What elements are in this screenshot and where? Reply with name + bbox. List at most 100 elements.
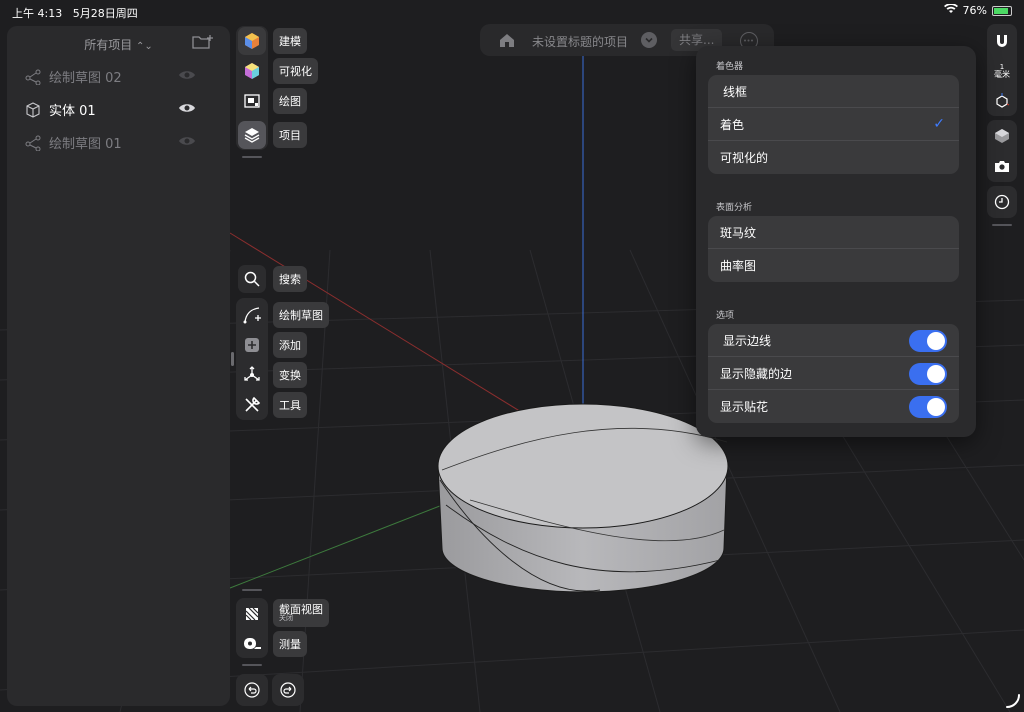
search-label[interactable]: 搜索 xyxy=(273,266,307,292)
project-name[interactable]: 未设置标题的项目 xyxy=(532,33,628,50)
project-layers-button[interactable] xyxy=(238,121,266,149)
toggle-label: 显示边线 xyxy=(723,333,772,348)
eye-visible-icon[interactable] xyxy=(178,101,196,117)
tree-item-label: 绘制草图 01 xyxy=(49,137,122,152)
option-label: 线框 xyxy=(723,84,748,99)
shader-option-visual[interactable]: 可视化的 xyxy=(708,141,959,174)
toggle-row-show-decals: 显示贴花 xyxy=(708,390,959,423)
project-label[interactable]: 项目 xyxy=(273,122,307,148)
view-cube-button[interactable] xyxy=(987,86,1017,116)
redo-icon xyxy=(280,682,296,698)
add-label[interactable]: 添加 xyxy=(273,332,307,358)
show-decals-toggle[interactable] xyxy=(909,396,947,418)
shader-options-list: 线框 着色 ✓ 可视化的 xyxy=(708,75,959,174)
snap-magnet-button[interactable] xyxy=(987,26,1017,56)
transform-label[interactable]: 变换 xyxy=(273,362,307,388)
shaded-cube-icon xyxy=(995,129,1009,143)
right-toolbar-divider xyxy=(992,224,1012,226)
body-icon xyxy=(25,101,41,118)
option-label: 斑马纹 xyxy=(720,225,757,240)
options-section-header: 选项 xyxy=(716,311,735,321)
window-resize-grip-icon[interactable] xyxy=(1006,694,1020,708)
tree-item-label: 绘制草图 02 xyxy=(49,71,122,86)
toggle-label: 显示隐藏的边 xyxy=(720,366,793,381)
eye-hidden-icon[interactable] xyxy=(178,134,196,150)
search-icon xyxy=(244,271,260,287)
transform-icon xyxy=(244,366,260,381)
eye-hidden-icon[interactable] xyxy=(178,68,196,84)
modeling-workspace-button[interactable] xyxy=(238,27,266,55)
analysis-options-list: 斑马纹 曲率图 xyxy=(708,216,959,282)
sketch-icon xyxy=(25,135,41,151)
shading-popover: 着色器 线框 着色 ✓ 可视化的 表面分析 斑马纹 曲率图 选项 显示边线 显示隐… xyxy=(696,46,976,437)
section-view-icon xyxy=(245,607,259,621)
visualize-label[interactable]: 可视化 xyxy=(273,58,318,84)
new-folder-icon[interactable] xyxy=(192,34,213,50)
toggle-row-show-edges: 显示边线 xyxy=(708,324,959,357)
measure-button[interactable] xyxy=(238,630,266,658)
sketch-label[interactable]: 绘制草图 xyxy=(273,302,329,328)
toolbar-divider xyxy=(242,664,262,666)
analysis-option-zebra[interactable]: 斑马纹 xyxy=(708,216,959,249)
visualize-workspace-button[interactable] xyxy=(238,57,266,85)
undo-button[interactable] xyxy=(236,674,268,706)
checkmark-icon: ✓ xyxy=(933,116,945,132)
tree-item-body-01[interactable]: 实体 01 xyxy=(7,93,230,126)
camera-button[interactable] xyxy=(987,151,1017,181)
tree-item-sketch-01[interactable]: 绘制草图 01 xyxy=(7,126,230,159)
section-view-label[interactable]: 截面视图 关闭 xyxy=(273,599,329,627)
shader-option-wireframe[interactable]: 线框 xyxy=(708,75,959,108)
toggle-label: 显示贴花 xyxy=(720,400,769,414)
right-toolbar-top: 1 毫米 xyxy=(987,24,1017,116)
measure-label[interactable]: 测量 xyxy=(273,631,307,657)
tools-label[interactable]: 工具 xyxy=(273,392,307,418)
status-time: 上午 4:13 5月28日周四 xyxy=(12,7,138,20)
sketch-icon xyxy=(25,69,41,85)
redo-button[interactable] xyxy=(272,674,304,706)
home-icon[interactable] xyxy=(498,32,516,48)
search-button[interactable] xyxy=(238,265,266,293)
toolbar-divider xyxy=(242,156,262,158)
drawing-workspace-button[interactable] xyxy=(238,87,266,115)
show-edges-toggle[interactable] xyxy=(909,330,947,352)
chevron-down-icon[interactable] xyxy=(641,32,657,48)
analysis-section-header: 表面分析 xyxy=(716,203,753,213)
option-label: 曲率图 xyxy=(720,259,757,273)
toolbar-divider xyxy=(242,589,262,591)
sidebar-header: 所有项目 ⌃⌄ xyxy=(7,26,230,60)
right-toolbar-history xyxy=(987,186,1017,218)
status-bar: 上午 4:13 5月28日周四 76% xyxy=(0,0,1024,22)
add-icon xyxy=(245,338,259,352)
section-view-state: 关闭 xyxy=(279,614,293,623)
project-sidebar: 所有项目 ⌃⌄ 绘制草图 02 实体 01 绘制草图 01 xyxy=(7,26,234,706)
section-view-button[interactable] xyxy=(238,600,266,628)
toggle-row-show-hidden-edges: 显示隐藏的边 xyxy=(708,357,959,390)
undo-icon xyxy=(244,682,260,698)
sketch-button[interactable] xyxy=(238,301,266,329)
battery-icon xyxy=(992,5,1012,16)
tools-button[interactable] xyxy=(238,391,266,419)
tape-measure-icon xyxy=(244,638,261,649)
drawing-label[interactable]: 绘图 xyxy=(273,88,307,114)
show-hidden-edges-toggle[interactable] xyxy=(909,363,947,385)
option-label: 着色 xyxy=(720,117,745,132)
cylinder-body xyxy=(437,403,729,593)
option-label: 可视化的 xyxy=(720,151,769,165)
axis-cube-icon xyxy=(996,93,1010,108)
tree-item-sketch-02[interactable]: 绘制草图 02 xyxy=(7,60,230,93)
modeling-label[interactable]: 建模 xyxy=(273,28,307,54)
tree-item-label: 实体 01 xyxy=(49,104,96,119)
units-button[interactable]: 1 毫米 xyxy=(987,56,1017,86)
sidebar-resize-handle[interactable] xyxy=(231,352,234,366)
shader-section-header: 着色器 xyxy=(716,62,744,72)
clock-icon xyxy=(994,194,1010,210)
wifi-icon xyxy=(943,3,958,17)
analysis-option-curvature[interactable]: 曲率图 xyxy=(708,249,959,282)
sketch-tool-icon xyxy=(243,307,261,324)
shader-option-shaded[interactable]: 着色 ✓ xyxy=(708,108,959,141)
add-button[interactable] xyxy=(238,331,266,359)
camera-icon xyxy=(995,161,1009,172)
history-button[interactable] xyxy=(987,187,1017,217)
shading-button[interactable] xyxy=(987,121,1017,151)
transform-button[interactable] xyxy=(238,361,266,389)
